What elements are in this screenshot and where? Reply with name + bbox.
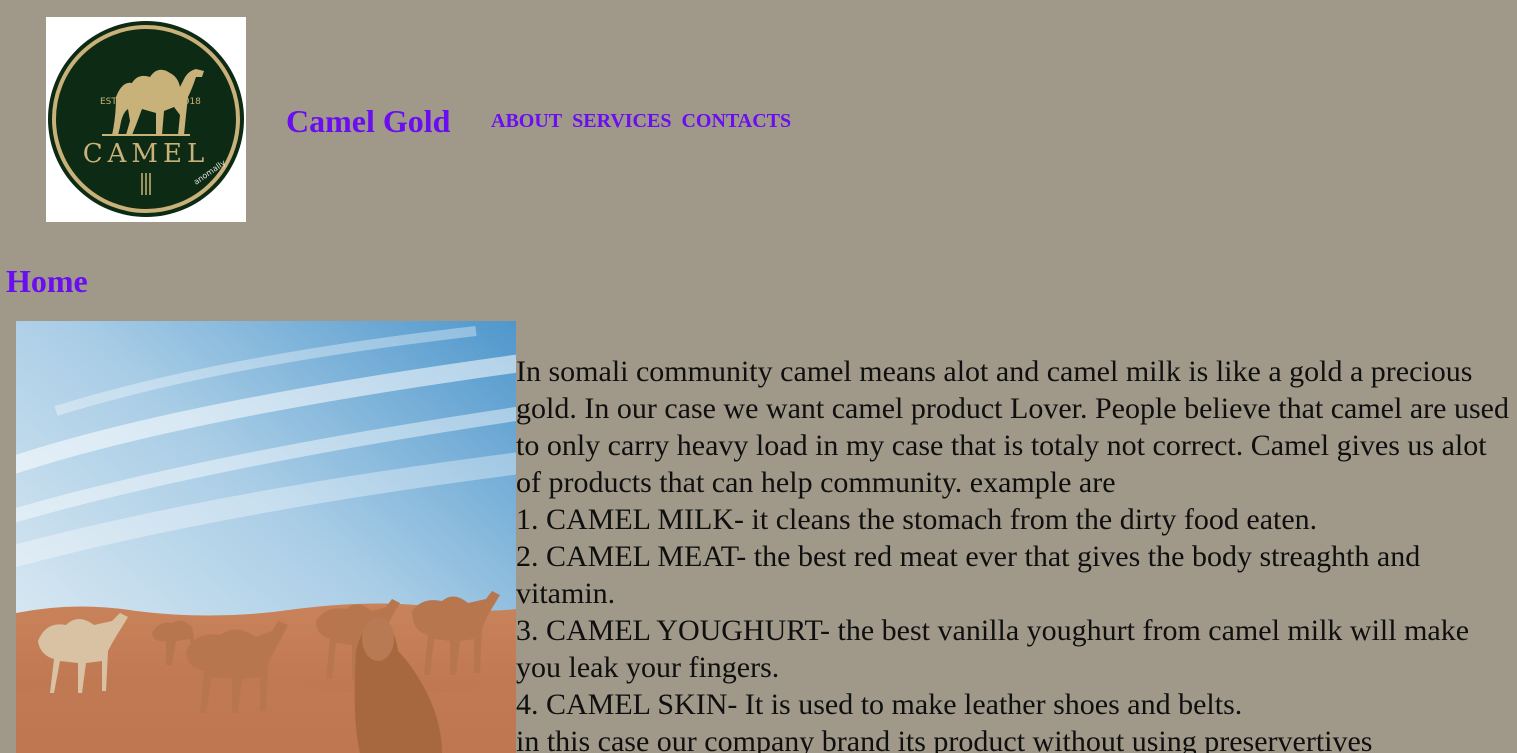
camels-in-desert-photo — [16, 321, 516, 753]
nav-services-link[interactable]: SERVICES — [572, 109, 671, 133]
camel-logo-icon: EST. 2018 CAMEL anomally — [48, 21, 244, 217]
camels-photo-illustration — [16, 321, 516, 753]
logo-name-text: CAMEL — [83, 139, 210, 169]
nav-contacts-link[interactable]: CONTACTS — [681, 109, 791, 133]
list-item: 3. CAMEL YOUGHURT- the best vanilla youg… — [516, 614, 1470, 684]
list-item: 4. CAMEL SKIN- It is used to make leathe… — [516, 688, 1243, 721]
camel-gold-logo[interactable]: EST. 2018 CAMEL anomally — [46, 17, 246, 222]
home-content: In somali community camel means alot and… — [516, 353, 1511, 753]
list-item: 2. CAMEL MEAT- the best red meat ever th… — [516, 540, 1421, 610]
nav-about-link[interactable]: ABOUT — [491, 109, 562, 133]
main-nav: ABOUT SERVICES CONTACTS — [491, 109, 791, 133]
logo-year-text: 2018 — [178, 97, 201, 107]
home-heading: Home — [6, 263, 88, 299]
brand-link[interactable]: Camel Gold — [286, 102, 450, 140]
logo-est-text: EST. — [100, 97, 119, 107]
closing-paragraph: in this case our company brand its produ… — [516, 725, 1373, 753]
list-item: 1. CAMEL MILK- it cleans the stomach fro… — [516, 503, 1318, 536]
page: EST. 2018 CAMEL anomally Camel Gold ABOU… — [0, 0, 1517, 753]
intro-paragraph: In somali community camel means alot and… — [516, 355, 1509, 499]
